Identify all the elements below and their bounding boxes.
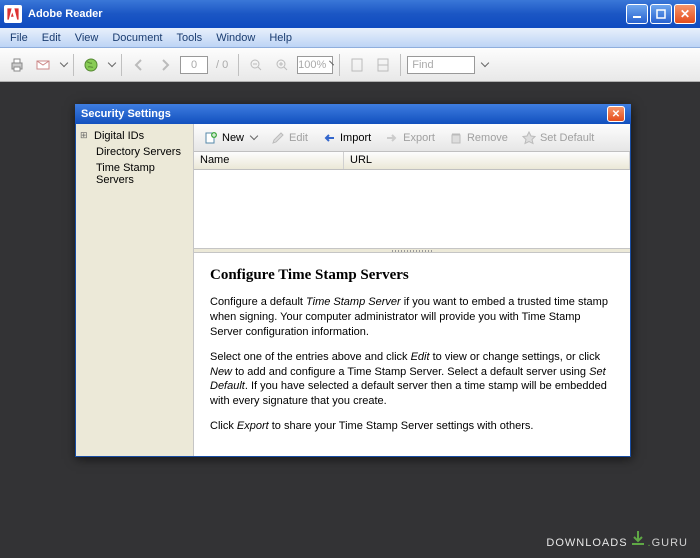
menu-window[interactable]: Window [210,30,261,46]
zoom-in-icon[interactable] [271,54,293,76]
column-name[interactable]: Name [194,152,344,169]
separator [238,54,239,76]
dialog-body: Digital IDs Directory Servers Time Stamp… [75,124,631,457]
find-input[interactable]: Find [407,56,475,74]
server-list[interactable] [194,170,630,248]
export-button[interactable]: Export [379,129,441,147]
menu-file[interactable]: File [4,30,34,46]
remove-button[interactable]: Remove [443,129,514,147]
app-logo-icon [4,5,22,23]
new-button[interactable]: New [198,129,263,147]
separator [121,54,122,76]
minimize-button[interactable] [626,4,648,24]
app-window: Adobe Reader ✕ File Edit View Document T… [0,0,700,558]
tree-directory-servers[interactable]: Directory Servers [78,144,191,160]
globe-icon[interactable] [80,54,102,76]
page-total: / 0 [216,59,228,71]
find-placeholder: Find [412,59,433,71]
email-icon[interactable] [32,54,54,76]
maximize-button[interactable] [650,4,672,24]
separator [400,54,401,76]
tree-digital-ids[interactable]: Digital IDs [78,128,191,144]
dialog-toolbar: New Edit Import Export Remove Set Defaul… [194,124,630,152]
list-header: Name URL [194,152,630,170]
fit-width-icon[interactable] [372,54,394,76]
menubar: File Edit View Document Tools Window Hel… [0,28,700,48]
dropdown-icon[interactable] [250,132,258,140]
zoom-input[interactable]: 100% [297,56,333,74]
dialog-titlebar[interactable]: Security Settings ✕ [75,104,631,124]
set-default-button[interactable]: Set Default [516,129,600,147]
dropdown-icon[interactable] [481,59,489,67]
tree-time-stamp-servers[interactable]: Time Stamp Servers [78,160,191,188]
help-p2: Select one of the entries above and clic… [210,350,614,409]
dialog-sidebar: Digital IDs Directory Servers Time Stamp… [76,124,194,456]
dialog-title: Security Settings [81,108,607,120]
menu-view[interactable]: View [69,30,105,46]
help-heading: Configure Time Stamp Servers [210,265,614,285]
titlebar[interactable]: Adobe Reader ✕ [0,0,700,28]
fit-page-icon[interactable] [346,54,368,76]
separator [339,54,340,76]
print-icon[interactable] [6,54,28,76]
dialog-content: New Edit Import Export Remove Set Defaul… [194,124,630,456]
menu-edit[interactable]: Edit [36,30,67,46]
edit-button[interactable]: Edit [265,129,314,147]
next-page-icon[interactable] [154,54,176,76]
watermark: DOWNLOADS.GURU [546,526,688,552]
prev-page-icon[interactable] [128,54,150,76]
import-button[interactable]: Import [316,129,377,147]
menu-help[interactable]: Help [263,30,298,46]
dropdown-icon[interactable] [329,61,334,66]
window-buttons: ✕ [626,4,696,24]
help-panel: Configure Time Stamp Servers Configure a… [194,253,630,456]
menu-document[interactable]: Document [106,30,168,46]
page-input[interactable]: 0 [180,56,208,74]
separator [73,54,74,76]
main-toolbar: 0 / 0 100% Find [0,48,700,82]
zoom-out-icon[interactable] [245,54,267,76]
settings-tree: Digital IDs Directory Servers Time Stamp… [78,128,191,188]
column-url[interactable]: URL [344,152,630,169]
dialog-close-button[interactable]: ✕ [607,106,625,122]
menu-tools[interactable]: Tools [171,30,209,46]
close-button[interactable]: ✕ [674,4,696,24]
security-settings-dialog: Security Settings ✕ Digital IDs Director… [75,104,631,457]
help-p1: Configure a default Time Stamp Server if… [210,295,614,340]
dropdown-icon[interactable] [108,59,116,67]
app-title: Adobe Reader [28,8,626,20]
help-p3: Click Export to share your Time Stamp Se… [210,419,614,434]
dropdown-icon[interactable] [60,59,68,67]
zoom-value: 100% [298,57,326,73]
